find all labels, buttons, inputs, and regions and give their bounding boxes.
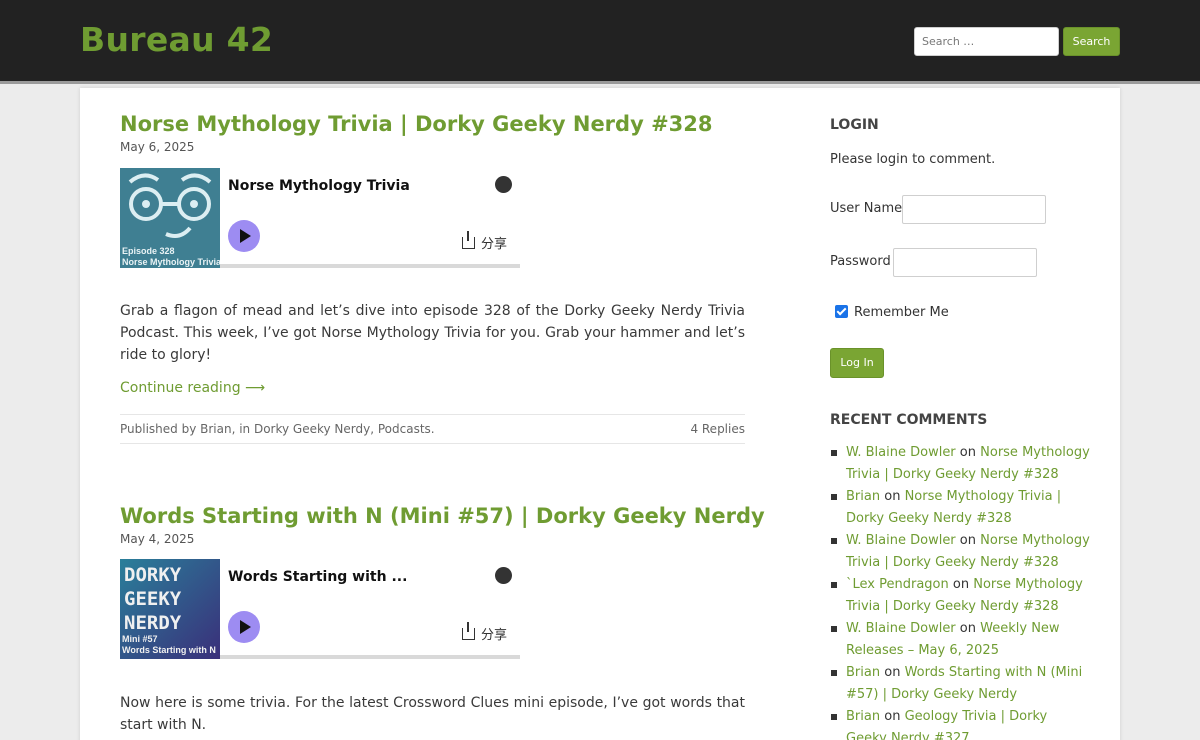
comment-on-text: on	[884, 709, 901, 724]
list-item: Brian on Words Starting with N (Mini #57…	[830, 662, 1090, 706]
replies-link[interactable]: 4 Replies	[690, 415, 745, 443]
share-button[interactable]: 分享	[462, 622, 508, 643]
episode-artwork-image: Episode 328 Norse Mythology Trivia	[120, 168, 220, 268]
post-title[interactable]: Norse Mythology Trivia | Dorky Geeky Ner…	[120, 112, 713, 136]
list-item: `Lex Pendragon on Norse Mythology Trivia…	[830, 574, 1090, 618]
artwork-word: GEEKY	[124, 588, 182, 610]
post-excerpt: Now here is some trivia. For the latest …	[120, 695, 745, 733]
post-published-by: Published by Brian, in Dorky Geeky Nerdy…	[120, 422, 435, 436]
play-icon[interactable]	[228, 611, 260, 643]
episode-artwork-image: DORKY GEEKY NERDY Mini #57 Words Startin…	[120, 559, 220, 659]
post-excerpt: Grab a flagon of mead and let’s dive int…	[120, 303, 745, 363]
artwork-caption-line2: Norse Mythology Trivia	[122, 257, 220, 267]
list-item: W. Blaine Dowler on Norse Mythology Triv…	[830, 442, 1090, 486]
comment-author-link[interactable]: Brian	[846, 665, 880, 680]
episode-title: Words Starting with ...	[228, 569, 408, 585]
list-item: W. Blaine Dowler on Norse Mythology Triv…	[830, 530, 1090, 574]
comment-on-text: on	[959, 445, 976, 460]
login-button[interactable]: Log In	[830, 348, 884, 378]
comment-on-text: on	[884, 489, 901, 504]
comment-on-text: on	[884, 665, 901, 680]
progress-bar[interactable]	[220, 655, 520, 659]
post-meta: Published by Brian, in Dorky Geeky Nerdy…	[120, 414, 745, 444]
content-area: Norse Mythology Trivia | Dorky Geeky Ner…	[80, 88, 1120, 740]
login-prompt: Please login to comment.	[830, 152, 996, 167]
spotify-icon[interactable]	[495, 567, 512, 584]
password-field[interactable]	[893, 248, 1037, 277]
artwork-word: NERDY	[124, 612, 182, 634]
comment-on-text: on	[959, 621, 976, 636]
comment-author-link[interactable]: W. Blaine Dowler	[846, 445, 956, 460]
comment-author-link[interactable]: Brian	[846, 489, 880, 504]
artwork-word: DORKY	[124, 564, 182, 586]
share-button[interactable]: 分享	[462, 231, 508, 252]
comment-on-text: on	[959, 533, 976, 548]
artwork-caption-line1: Episode 328	[122, 246, 175, 256]
episode-artwork: Episode 328 Norse Mythology Trivia	[120, 168, 220, 268]
post-date: May 6, 2025	[120, 140, 195, 154]
post-title[interactable]: Words Starting with N (Mini #57) | Dorky…	[120, 504, 765, 528]
comment-author-link[interactable]: W. Blaine Dowler	[846, 621, 956, 636]
episode-artwork: DORKY GEEKY NERDY Mini #57 Words Startin…	[120, 559, 220, 659]
recent-comments-list: W. Blaine Dowler on Norse Mythology Triv…	[830, 442, 1090, 740]
list-item: W. Blaine Dowler on Weekly New Releases …	[830, 618, 1090, 662]
comment-author-link[interactable]: Brian	[846, 709, 880, 724]
site-title[interactable]: Bureau 42	[80, 20, 273, 59]
search-input[interactable]: Search …	[914, 27, 1059, 56]
username-label: User Name	[830, 201, 903, 216]
login-widget-title: LOGIN	[830, 117, 879, 133]
podcast-player: Episode 328 Norse Mythology Trivia Norse…	[120, 168, 520, 268]
podcast-player: DORKY GEEKY NERDY Mini #57 Words Startin…	[120, 559, 520, 659]
episode-title: Norse Mythology Trivia	[228, 178, 410, 194]
share-label: 分享	[481, 628, 508, 643]
list-item: Brian on Geology Trivia | Dorky Geeky Ne…	[830, 706, 1090, 740]
username-field[interactable]	[902, 195, 1046, 224]
spotify-icon[interactable]	[495, 176, 512, 193]
comment-author-link[interactable]: W. Blaine Dowler	[846, 533, 956, 548]
artwork-caption-line2: Words Starting with N	[122, 645, 216, 655]
comment-author-link[interactable]: `Lex Pendragon	[846, 577, 949, 592]
remember-me-checkbox[interactable]	[835, 305, 848, 318]
play-icon[interactable]	[228, 220, 260, 252]
remember-me-label: Remember Me	[854, 305, 949, 320]
post-date: May 4, 2025	[120, 532, 195, 546]
continue-reading-link[interactable]: Continue reading ⟶	[120, 380, 265, 396]
recent-comments-title: RECENT COMMENTS	[830, 412, 988, 428]
share-icon	[462, 231, 475, 249]
artwork-caption-line1: Mini #57	[122, 634, 158, 644]
comment-post-link[interactable]: Words Starting with N (Mini #57) | Dorky…	[846, 665, 1082, 702]
search-button[interactable]: Search	[1063, 27, 1120, 56]
comment-on-text: on	[952, 577, 970, 592]
list-item: Brian on Norse Mythology Trivia | Dorky …	[830, 486, 1090, 530]
password-label: Password	[830, 254, 891, 269]
progress-bar[interactable]	[220, 264, 520, 268]
share-label: 分享	[481, 237, 508, 252]
site-header: Bureau 42 Search … Search	[0, 0, 1200, 84]
share-icon	[462, 622, 475, 640]
